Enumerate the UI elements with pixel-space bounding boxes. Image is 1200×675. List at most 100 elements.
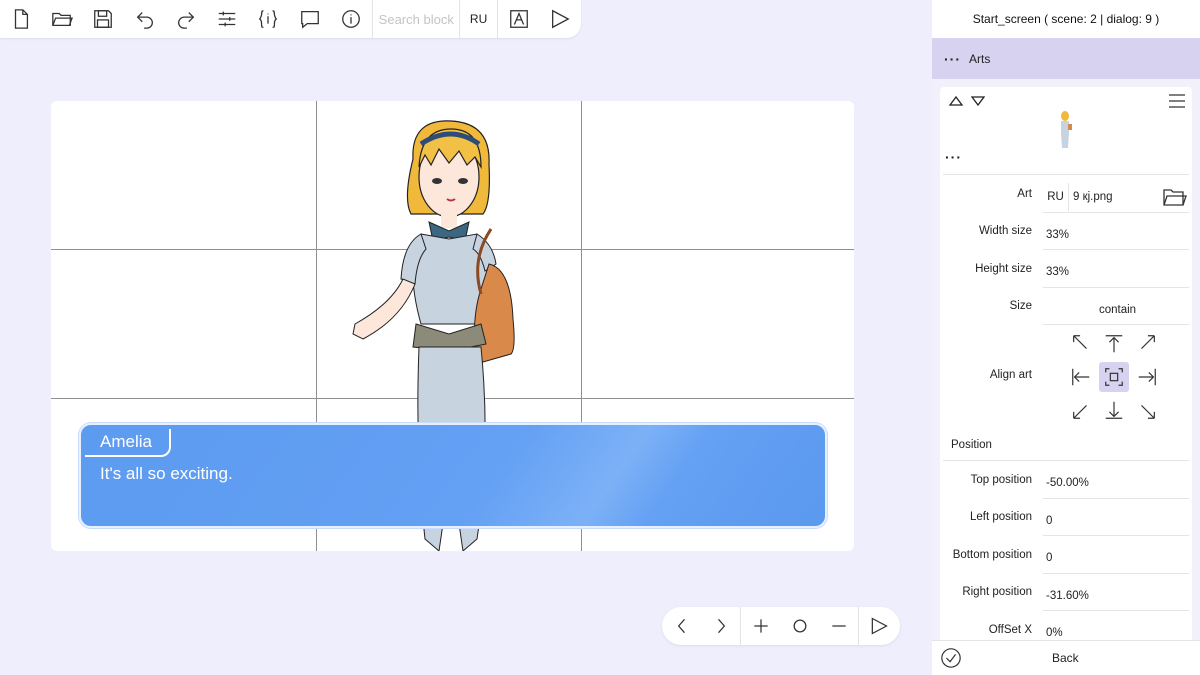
right-position-row: Right position -31.60% (940, 574, 1192, 611)
settings-sliders-icon (218, 11, 236, 27)
open-folder-icon[interactable] (1163, 187, 1187, 207)
art-thumbnail (1061, 111, 1072, 148)
back-button[interactable]: Back (1052, 651, 1079, 665)
height-size-input[interactable]: 33% (1043, 258, 1189, 288)
move-down-icon[interactable] (971, 96, 985, 106)
field-label: Height size (975, 262, 1032, 275)
align-top-left-button[interactable] (1066, 329, 1096, 359)
size-select[interactable]: contain (1043, 295, 1189, 325)
arrow-up-right-icon (1141, 335, 1155, 350)
dialog-box[interactable]: Amelia It's all so exciting. (79, 423, 827, 528)
align-top-button[interactable] (1099, 329, 1129, 359)
language-button[interactable]: RU (460, 0, 498, 38)
art-card-header: ··· (943, 87, 1189, 175)
play-icon (871, 617, 888, 635)
panel-footer: Back (932, 640, 1200, 675)
more-dots-icon[interactable]: ··· (945, 149, 962, 165)
field-label: Width size (978, 225, 1032, 238)
zoom-reset-button[interactable] (780, 607, 819, 645)
redo-button[interactable] (165, 0, 206, 38)
stage-navigation (662, 607, 900, 645)
art-field: RU 9 кј.png (1043, 183, 1189, 213)
align-left-button[interactable] (1066, 362, 1096, 392)
field-label: Top position (970, 473, 1032, 486)
width-size-input[interactable]: 33% (1043, 220, 1189, 250)
arrow-down-icon (1105, 401, 1123, 419)
field-label: Size (1009, 300, 1032, 313)
settings-button[interactable] (206, 0, 247, 38)
panel-body: ··· Art RU 9 кј.png Width size 33% Heigh… (932, 79, 1200, 640)
art-row: Art RU 9 кј.png (940, 175, 1192, 213)
height-size-row: Height size 33% (940, 250, 1192, 288)
arrow-down-left-icon (1073, 404, 1087, 419)
bottom-position-row: Bottom position 0 (940, 536, 1192, 574)
top-position-row: Top position -50.00% (940, 461, 1192, 499)
text-style-button[interactable] (498, 0, 539, 38)
text-style-icon (510, 10, 529, 28)
size-row: Size contain (940, 288, 1192, 325)
width-size-row: Width size 33% (940, 213, 1192, 250)
field-label: OffSet X (988, 623, 1032, 636)
play-preview-button[interactable] (859, 607, 898, 645)
search-block[interactable] (373, 0, 461, 38)
zoom-out-button[interactable] (819, 607, 858, 645)
zoom-out-icon (831, 625, 846, 627)
position-heading: Position (943, 429, 1189, 461)
align-grid (1066, 329, 1162, 425)
chevron-left-icon (677, 618, 685, 634)
scene-stage[interactable]: Amelia It's all so exciting. (51, 101, 854, 551)
art-file-name[interactable]: 9 кј.png (1069, 191, 1163, 203)
top-position-input[interactable]: -50.00% (1043, 469, 1189, 499)
bottom-position-input[interactable]: 0 (1043, 544, 1189, 574)
zoom-in-button[interactable] (741, 607, 780, 645)
align-bottom-button[interactable] (1099, 395, 1129, 425)
align-right-button[interactable] (1132, 362, 1162, 392)
arrow-down-right-icon (1141, 404, 1155, 419)
new-file-icon (14, 9, 28, 29)
arts-section-header[interactable]: ··· Arts (932, 38, 1200, 79)
open-folder-icon (52, 12, 73, 27)
art-language-button[interactable]: RU (1043, 183, 1069, 211)
speaker-name: Amelia (100, 432, 152, 451)
check-circle-icon[interactable] (940, 647, 962, 669)
info-icon (342, 10, 360, 28)
info-button[interactable] (330, 0, 371, 38)
arrow-left-icon (1072, 368, 1090, 386)
offset-x-input[interactable]: 0% (1043, 619, 1189, 641)
field-label: Right position (962, 586, 1032, 599)
art-card: ··· Art RU 9 кј.png Width size 33% Heigh… (940, 87, 1192, 640)
variables-icon (259, 10, 278, 28)
play-button[interactable] (540, 0, 581, 38)
save-button[interactable] (83, 0, 124, 38)
field-label: Left position (969, 511, 1032, 524)
align-center-button[interactable] (1099, 362, 1129, 392)
zoom-in-icon (753, 619, 768, 633)
align-art-label: Align art (989, 369, 1032, 381)
variables-button[interactable] (248, 0, 289, 38)
offset-x-row: OffSet X 0% (940, 611, 1192, 640)
move-up-icon[interactable] (949, 96, 963, 106)
next-button[interactable] (701, 607, 740, 645)
previous-button[interactable] (662, 607, 701, 645)
hamburger-menu-icon[interactable] (1169, 94, 1185, 108)
align-top-right-button[interactable] (1132, 329, 1162, 359)
align-art-row: Align art (940, 325, 1192, 429)
open-button[interactable] (41, 0, 82, 38)
arrow-right-icon (1138, 368, 1156, 386)
new-file-button[interactable] (0, 0, 41, 38)
search-input[interactable] (378, 11, 461, 27)
art-label: Art (1017, 187, 1032, 200)
comment-button[interactable] (289, 0, 330, 38)
left-position-row: Left position 0 (940, 499, 1192, 536)
play-icon (552, 9, 571, 29)
field-label: Bottom position (952, 548, 1032, 561)
undo-button[interactable] (124, 0, 165, 38)
chevron-right-icon (717, 618, 725, 634)
properties-panel: Start_screen ( scene: 2 | dialog: 9 ) ··… (932, 0, 1200, 675)
align-bottom-left-button[interactable] (1066, 395, 1096, 425)
left-position-input[interactable]: 0 (1043, 506, 1189, 536)
right-position-input[interactable]: -31.60% (1043, 581, 1189, 611)
align-bottom-right-button[interactable] (1132, 395, 1162, 425)
arrow-up-icon (1105, 335, 1123, 353)
more-dots-icon[interactable]: ··· (944, 52, 961, 66)
